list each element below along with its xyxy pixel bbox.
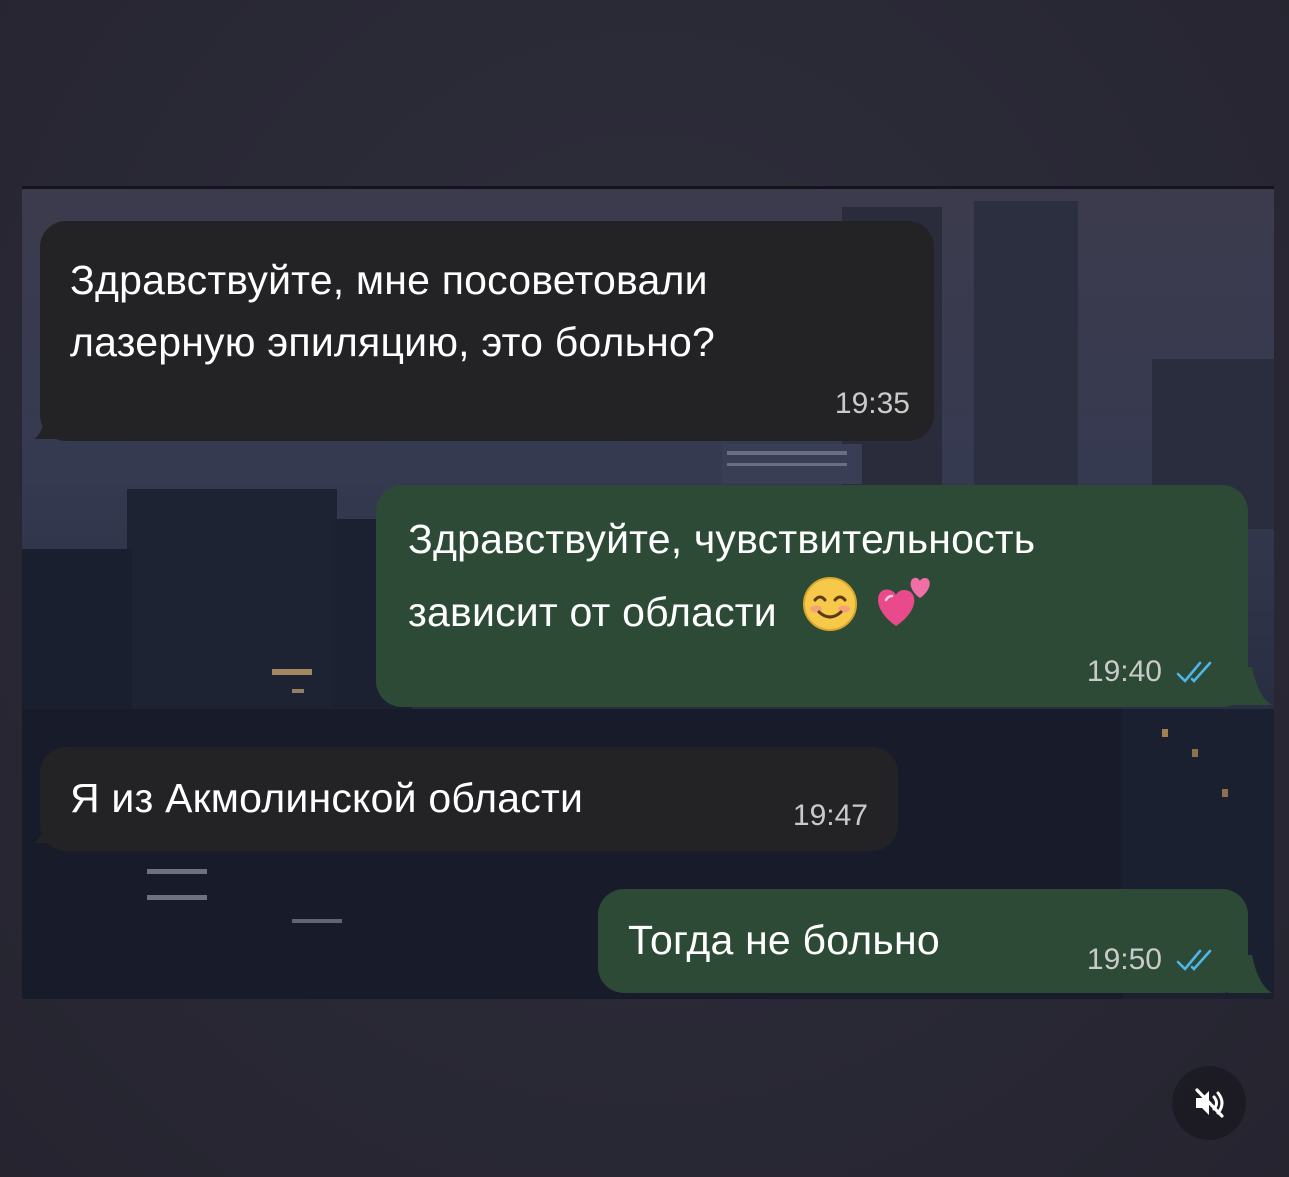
incoming-message[interactable]: Здравствуйте, мне посоветовали лазерную … xyxy=(40,221,934,441)
double-check-read-icon xyxy=(1176,661,1212,683)
message-text: Здравствуйте, чувствительность зависит о… xyxy=(408,508,1218,643)
speaker-muted-icon xyxy=(1195,1088,1224,1118)
message-line: Здравствуйте, мне посоветовали xyxy=(70,257,708,303)
message-line: Здравствуйте, чувствительность xyxy=(408,516,1036,562)
two-hearts-icon xyxy=(878,577,930,626)
message-timestamp: 19:47 xyxy=(792,799,868,832)
message-timestamp: 19:50 xyxy=(1086,943,1162,976)
message-text: Я из Акмолинской области xyxy=(70,767,868,829)
smiling-face-icon xyxy=(803,577,858,631)
double-check-read-icon xyxy=(1176,949,1212,971)
outgoing-message[interactable]: Здравствуйте, чувствительность зависит о… xyxy=(376,485,1248,707)
incoming-message[interactable]: Я из Акмолинской области 19:47 xyxy=(40,747,898,851)
message-timestamp: 19:40 xyxy=(1086,655,1162,688)
chat-screenshot: Здравствуйте, мне посоветовали лазерную … xyxy=(22,186,1274,999)
story-viewer: Здравствуйте, мне посоветовали лазерную … xyxy=(0,0,1289,1177)
message-line: Я из Акмолинской области xyxy=(70,775,584,821)
mute-toggle-button[interactable] xyxy=(1172,1066,1246,1140)
message-text: Здравствуйте, мне посоветовали лазерную … xyxy=(70,249,904,373)
message-line: зависит от области xyxy=(408,589,777,635)
outgoing-message[interactable]: Тогда не больно 19:50 xyxy=(598,889,1248,993)
message-timestamp: 19:35 xyxy=(834,387,910,420)
message-line: лазерную эпиляцию, это больно? xyxy=(70,319,716,365)
